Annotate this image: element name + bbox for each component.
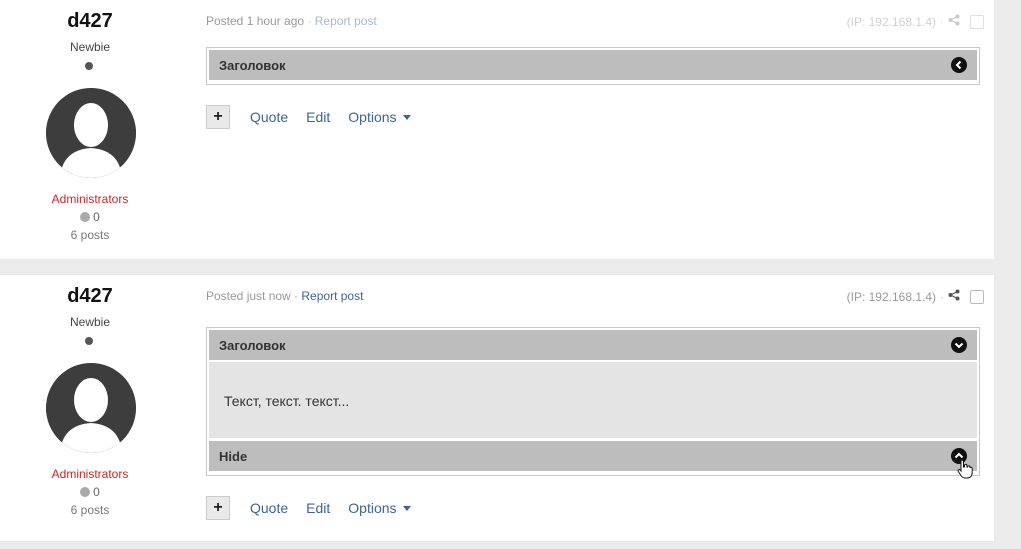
chevron-down-icon[interactable] xyxy=(951,337,967,353)
spoiler-block: Заголовок xyxy=(206,47,980,85)
avatar[interactable] xyxy=(46,363,136,453)
meta-separator: · xyxy=(940,14,944,29)
spoiler-title: Заголовок xyxy=(219,58,286,73)
options-label: Options xyxy=(348,500,397,516)
avatar[interactable] xyxy=(46,88,136,178)
spoiler-header[interactable]: Заголовок xyxy=(209,330,977,360)
user-rank: Newbie xyxy=(69,40,111,54)
online-status-dot xyxy=(85,62,93,70)
options-menu[interactable]: Options xyxy=(348,109,411,125)
spoiler-content: Текст, текст. текст... xyxy=(209,362,977,438)
reputation-icon xyxy=(80,487,91,497)
reputation: 0 xyxy=(0,210,180,224)
reputation-value: 0 xyxy=(93,210,100,224)
quote-button[interactable]: Quote xyxy=(250,500,288,516)
spoiler-block: Заголовок Текст, текст. текст... Hide xyxy=(206,327,980,479)
post-actions: + Quote Edit Options xyxy=(206,496,429,520)
post-meta: Posted just now · Report post xyxy=(206,289,363,303)
hand-cursor-icon xyxy=(957,459,973,482)
posted-time: Posted just now xyxy=(206,289,291,303)
report-post-link[interactable]: Report post xyxy=(301,289,363,303)
caret-down-icon xyxy=(402,506,411,511)
meta-separator: · xyxy=(290,289,302,303)
post-count: 6 posts xyxy=(70,228,110,242)
username[interactable]: d427 xyxy=(0,10,180,33)
options-label: Options xyxy=(348,109,397,125)
reputation-value: 0 xyxy=(93,485,100,499)
username[interactable]: d427 xyxy=(0,285,180,308)
spoiler-title: Заголовок xyxy=(219,338,286,353)
edit-button[interactable]: Edit xyxy=(306,109,330,125)
post-count: 6 posts xyxy=(70,503,110,517)
meta-separator: · xyxy=(304,14,315,28)
ip-address: (IP: 192.168.1.4) xyxy=(846,14,936,29)
post-2: d427 Newbie Administrators 0 6 posts Pos… xyxy=(0,275,994,541)
share-icon[interactable] xyxy=(948,14,960,29)
share-icon[interactable] xyxy=(948,289,960,304)
spoiler-header[interactable]: Заголовок xyxy=(209,50,977,80)
reputation-icon xyxy=(80,212,91,222)
multiquote-button[interactable]: + xyxy=(206,496,230,520)
post-actions: + Quote Edit Options xyxy=(206,105,429,129)
multiquote-button[interactable]: + xyxy=(206,105,230,129)
ip-address: (IP: 192.168.1.4) xyxy=(846,289,936,304)
post-tools: (IP: 192.168.1.4) · xyxy=(847,14,984,29)
posted-time: Posted 1 hour ago xyxy=(206,14,305,28)
spoiler-footer[interactable]: Hide xyxy=(209,441,977,479)
meta-separator: · xyxy=(940,289,944,304)
post-meta: Posted 1 hour ago · Report post xyxy=(206,14,377,28)
caret-down-icon xyxy=(402,115,411,120)
post-1: d427 Newbie Administrators 0 6 posts Pos… xyxy=(0,0,994,259)
select-post-checkbox[interactable] xyxy=(970,289,984,304)
chevron-left-icon[interactable] xyxy=(951,57,967,73)
user-group: Administrators xyxy=(51,192,129,206)
report-post-link[interactable]: Report post xyxy=(315,14,377,28)
hide-label: Hide xyxy=(219,449,248,464)
spoiler-text: Текст, текст. текст... xyxy=(224,393,350,409)
options-menu[interactable]: Options xyxy=(348,500,411,516)
online-status-dot xyxy=(85,337,93,345)
post-tools: (IP: 192.168.1.4) · xyxy=(847,289,984,304)
edit-button[interactable]: Edit xyxy=(306,500,330,516)
user-rank: Newbie xyxy=(69,315,111,329)
user-group: Administrators xyxy=(51,467,129,481)
select-post-checkbox[interactable] xyxy=(970,14,984,29)
reputation: 0 xyxy=(0,485,180,499)
quote-button[interactable]: Quote xyxy=(250,109,288,125)
